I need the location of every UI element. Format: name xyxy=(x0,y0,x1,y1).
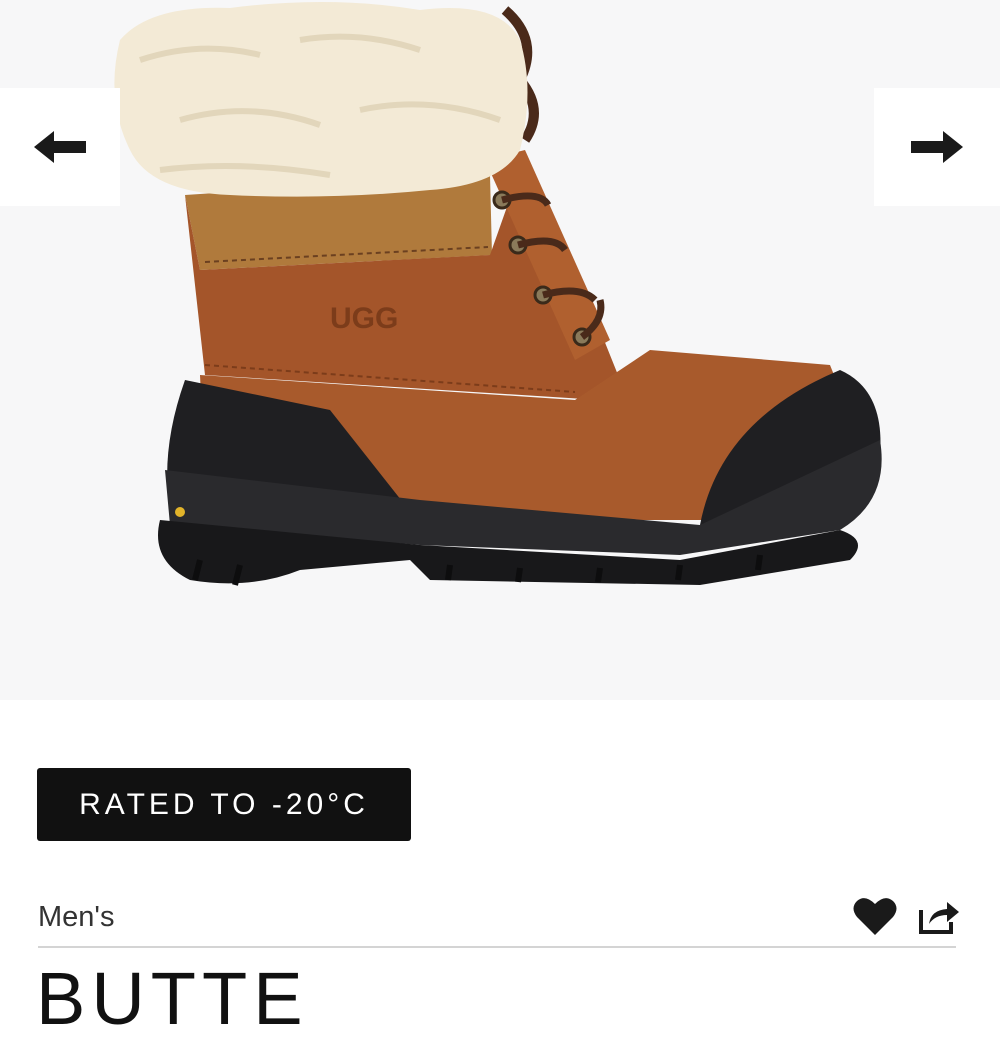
favorite-button[interactable] xyxy=(852,893,898,939)
section-divider xyxy=(38,946,956,948)
logo-emboss: UGG xyxy=(330,302,398,335)
product-title: BUTTE xyxy=(36,957,309,1040)
arrow-left-icon xyxy=(34,131,86,163)
product-actions xyxy=(852,893,962,939)
product-image: UGG xyxy=(114,1,882,586)
share-button[interactable] xyxy=(916,893,962,939)
product-image-gallery[interactable]: UGG xyxy=(0,0,1000,700)
arrow-right-icon xyxy=(911,131,963,163)
next-image-button[interactable] xyxy=(874,88,1000,206)
badge-label: RATED TO -20°C xyxy=(79,787,369,821)
heart-icon xyxy=(853,898,897,935)
product-gender: Men's xyxy=(38,901,115,933)
temperature-rating-badge: RATED TO -20°C xyxy=(37,768,411,841)
share-icon xyxy=(919,902,959,934)
previous-image-button[interactable] xyxy=(0,88,120,206)
